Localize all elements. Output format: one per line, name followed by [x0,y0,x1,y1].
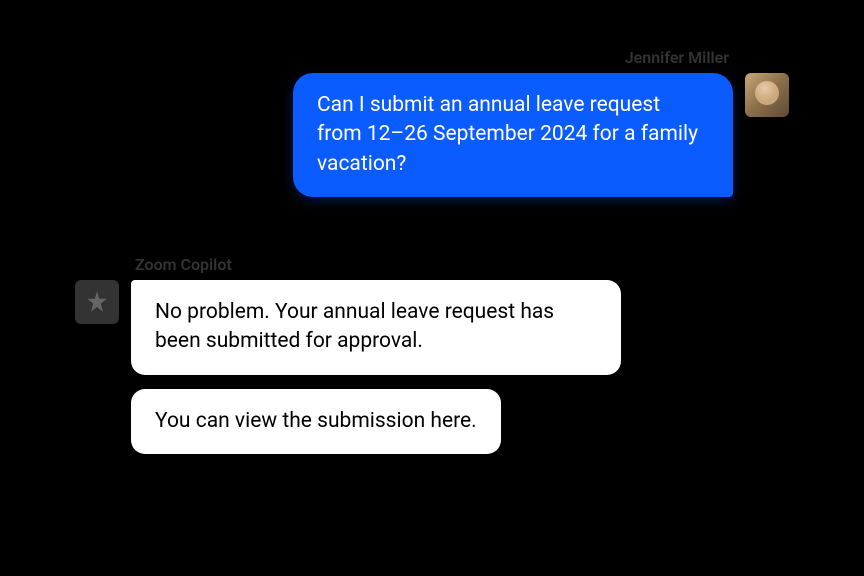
bot-name-label: Zoom Copilot [135,255,232,274]
user-avatar-image [745,73,789,117]
user-avatar[interactable] [745,73,789,117]
user-name-label: Jennifer Miller [625,48,729,67]
bot-message-bubble: No problem. Your annual leave request ha… [131,280,621,375]
user-message-group: Jennifer Miller Can I submit an annual l… [293,48,789,197]
user-message-bubble: Can I submit an annual leave request fro… [293,73,733,197]
chat-container: Jennifer Miller Can I submit an annual l… [0,0,864,576]
bot-message-bubble-link[interactable]: You can view the submission here. [131,389,501,454]
bot-message-group: Zoom Copilot No problem. Your annual lea… [75,255,621,454]
bot-avatar[interactable] [75,280,119,324]
copilot-icon [84,289,110,315]
user-message-row: Can I submit an annual leave request fro… [293,73,789,197]
bot-bubbles-list: No problem. Your annual leave request ha… [131,280,621,454]
bot-message-row: No problem. Your annual leave request ha… [75,280,621,454]
